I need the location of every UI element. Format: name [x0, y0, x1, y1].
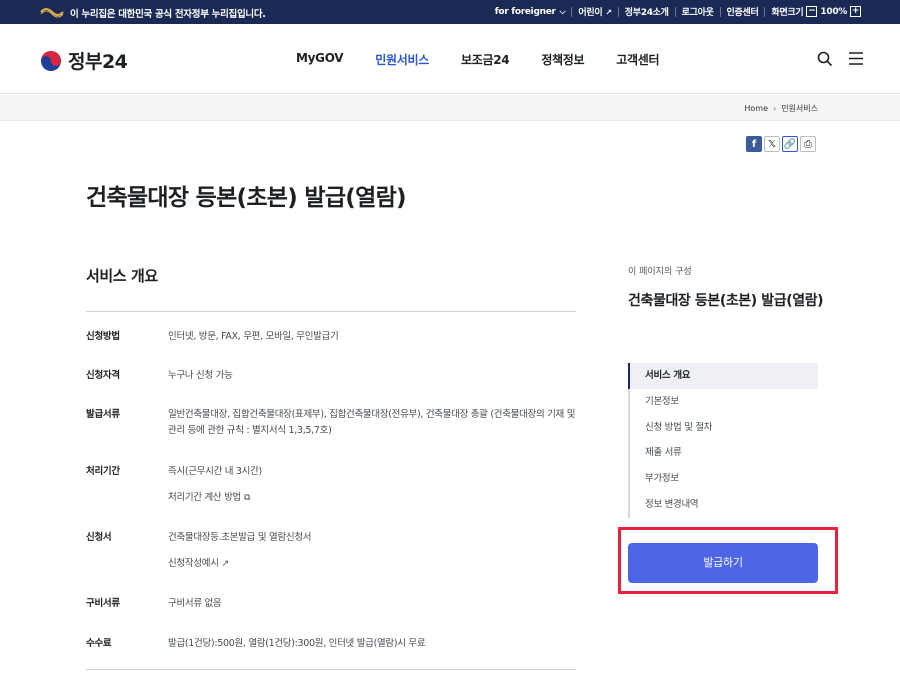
nav-subsidy24[interactable]: 보조금24 — [461, 51, 510, 68]
divider — [764, 6, 766, 17]
divider — [86, 669, 576, 670]
for-foreigner-link[interactable]: for foreigner ⌵ — [495, 7, 566, 17]
nav-mygov[interactable]: MyGOV — [296, 51, 344, 68]
utility-links: for foreigner ⌵ 어린이 ↗ 정부24소개 로그아웃 인증센터 화면크… — [495, 5, 864, 18]
processing-time-value: 즉시(근무시간 내 3시간) — [168, 466, 262, 477]
page-title: 건축물대장 등본(초본) 발급(열람) — [86, 185, 407, 211]
row-value: 누구나 신청 가능 — [168, 370, 233, 381]
row-value: 구비서류 없음 — [168, 598, 222, 609]
overview-row: 신청방법 인터넷, 방문, FAX, 우편, 모바일, 무인발급기 — [86, 329, 576, 345]
row-label: 신청방법 — [86, 331, 120, 342]
divider — [571, 6, 573, 17]
breadcrumb: Home › 민원서비스 — [744, 103, 818, 114]
nav-policy-info[interactable]: 정책정보 — [541, 51, 584, 68]
row-value: 즉시(근무시간 내 3시간) 처리기간 계산 방법 ⧉ — [168, 464, 576, 506]
external-link-icon: ↗ — [221, 559, 230, 569]
row-value: 건축물대장등.초본발급 및 열람신청서 신청작성예시 ↗ — [168, 530, 576, 572]
zoom-in-button[interactable]: + — [850, 6, 861, 17]
divider — [719, 6, 721, 17]
toc-title: 건축물대장 등본(초본) 발급(열람) — [628, 293, 824, 309]
nav-civil-service[interactable]: 민원서비스 — [375, 51, 429, 68]
zoom-out-button[interactable]: − — [806, 6, 818, 17]
chevron-down-icon: ⌵ — [559, 6, 566, 16]
nav-customer-center[interactable]: 고객센터 — [616, 51, 659, 68]
taeguk-logo-icon — [41, 50, 61, 71]
share-toolbar: f 𝕏 🔗 ⎙ — [746, 136, 818, 152]
form-example-link[interactable]: 신청작성예시 ↗ — [168, 556, 576, 572]
about-link[interactable]: 정부24소개 — [625, 5, 669, 18]
main-nav: MyGOV 민원서비스 보조금24 정책정보 고객센터 — [296, 51, 691, 68]
row-value: 인터넷, 방문, FAX, 우편, 모바일, 무인발급기 — [168, 331, 339, 342]
top-notice-bar: 이 누리집은 대한민국 공식 전자정부 누리집입니다. for foreigne… — [0, 0, 900, 24]
breadcrumb-bar: Home › 민원서비스 — [0, 95, 900, 121]
row-label: 신청자격 — [86, 370, 120, 381]
overview-row: 신청서 건축물대장등.초본발급 및 열람신청서 신청작성예시 ↗ — [86, 530, 576, 572]
site-logo[interactable]: 정부24 — [40, 47, 128, 74]
application-form-link[interactable]: 건축물대장등.초본발급 및 열람신청서 — [168, 532, 312, 543]
row-label: 처리기간 — [86, 466, 120, 477]
overview-row: 신청자격 누구나 신청 가능 — [86, 368, 576, 384]
government-mark-icon — [40, 8, 64, 18]
row-label: 신청서 — [86, 532, 112, 543]
overview-row: 구비서류 구비서류 없음 — [86, 596, 576, 612]
toc-caption: 이 페이지의 구성 — [628, 267, 692, 277]
toc-item-basic-info[interactable]: 기본정보 — [630, 389, 818, 415]
row-value: 발급(1건당):500원, 열람(1건당):300원, 인터넷 발급(열람)시 … — [168, 638, 426, 649]
overview-row: 수수료 발급(1건당):500원, 열람(1건당):300원, 인터넷 발급(열… — [86, 636, 576, 652]
processing-time-calc-link[interactable]: 처리기간 계산 방법 ⧉ — [168, 490, 576, 506]
toc-item-overview[interactable]: 서비스 개요 — [628, 363, 818, 389]
kids-link[interactable]: 어린이 ↗ — [578, 5, 612, 18]
issue-button[interactable]: 발급하기 — [628, 543, 818, 583]
search-icon[interactable] — [817, 51, 833, 67]
external-link-icon: ↗ — [605, 8, 612, 17]
row-label: 수수료 — [86, 638, 112, 649]
breadcrumb-current[interactable]: 민원서비스 — [781, 103, 818, 114]
row-value: 일반건축물대장, 집합건축물대장(표제부), 집합건축물대장(전유부), 건축물… — [168, 409, 576, 436]
facebook-icon[interactable]: f — [746, 136, 762, 152]
divider — [674, 6, 676, 17]
toc-list: 서비스 개요 기본정보 신청 방법 및 절차 제출 서류 부가정보 정보 변경내… — [628, 363, 818, 518]
row-label: 구비서류 — [86, 598, 120, 609]
x-twitter-icon[interactable]: 𝕏 — [764, 136, 780, 152]
hamburger-menu-icon[interactable] — [849, 52, 863, 65]
breadcrumb-home[interactable]: Home — [744, 104, 768, 113]
divider — [86, 311, 576, 312]
divider — [617, 6, 619, 17]
official-site-notice: 이 누리집은 대한민국 공식 전자정부 누리집입니다. — [70, 9, 266, 20]
overview-row: 처리기간 즉시(근무시간 내 3시간) 처리기간 계산 방법 ⧉ — [86, 464, 576, 506]
copy-icon: ⧉ — [243, 493, 251, 503]
site-header: 정부24 MyGOV 민원서비스 보조금24 정책정보 고객센터 — [0, 24, 900, 94]
toc-item-procedure[interactable]: 신청 방법 및 절차 — [630, 415, 818, 441]
row-label: 발급서류 — [86, 409, 120, 420]
overview-row: 발급서류 일반건축물대장, 집합건축물대장(표제부), 집합건축물대장(전유부)… — [86, 407, 576, 439]
toc-item-additional-info[interactable]: 부가정보 — [630, 466, 818, 492]
print-icon[interactable]: ⎙ — [800, 136, 816, 152]
zoom-value: 100% — [820, 6, 847, 17]
cert-center-link[interactable]: 인증센터 — [727, 5, 759, 18]
logo-text: 정부24 — [68, 51, 128, 73]
chevron-right-icon: › — [772, 104, 777, 113]
screen-size-label: 화면크기 — [771, 8, 804, 18]
section-title-overview: 서비스 개요 — [86, 267, 158, 285]
logout-link[interactable]: 로그아웃 — [682, 5, 714, 18]
toc-item-change-history[interactable]: 정보 변경내역 — [630, 492, 818, 518]
toc-item-documents[interactable]: 제출 서류 — [630, 440, 818, 466]
link-copy-icon[interactable]: 🔗 — [782, 136, 798, 152]
